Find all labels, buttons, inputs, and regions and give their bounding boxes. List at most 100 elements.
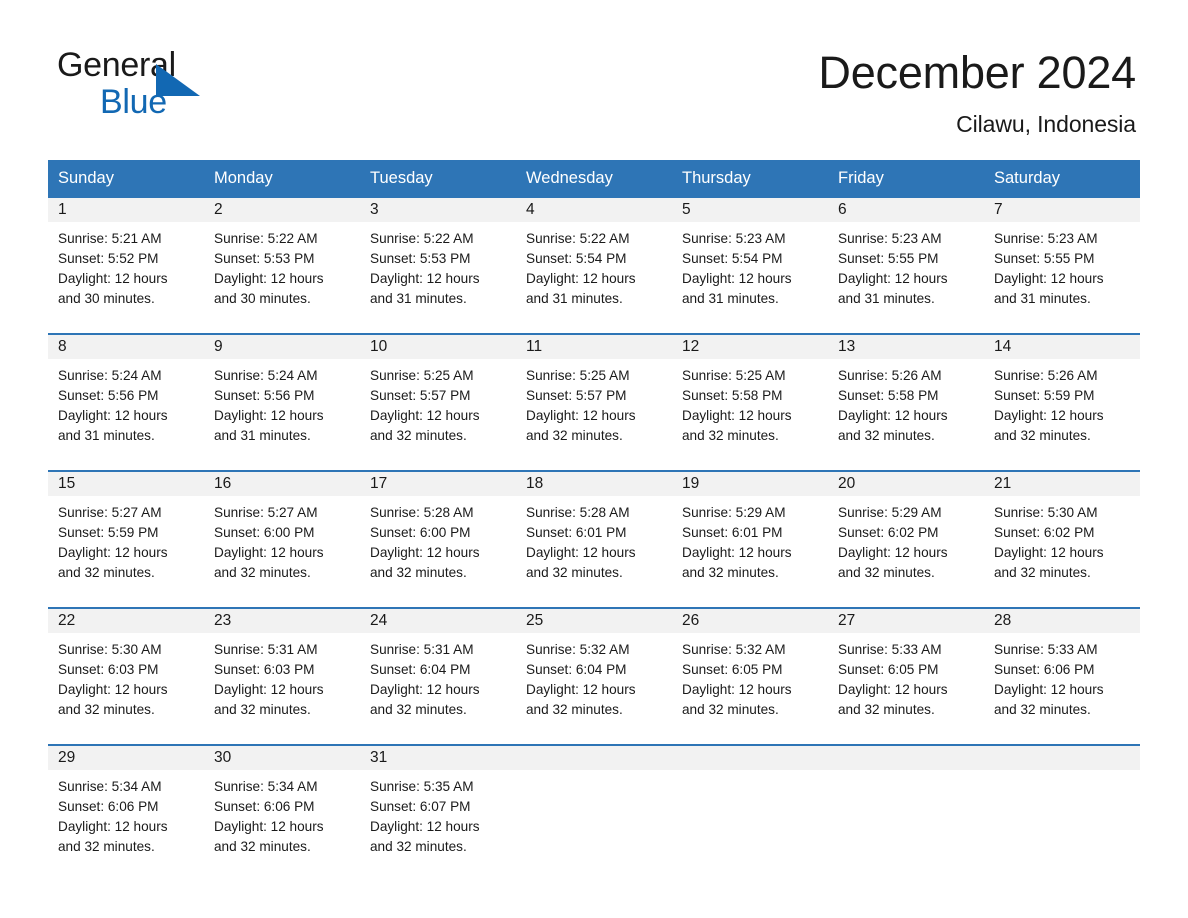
- day-sun-info: Sunrise: 5:31 AM Sunset: 6:04 PM Daylight:…: [360, 633, 516, 720]
- calendar-week-row: 15 Sunrise: 5:27 AM Sunset: 5:59 PM Dayligh…: [48, 469, 1140, 607]
- day-cell[interactable]: 16 Sunrise: 5:27 AM Sunset: 6:00 PM Dayligh…: [204, 471, 360, 607]
- day-cell[interactable]: 24 Sunrise: 5:31 AM Sunset: 6:04 PM Dayligh…: [360, 608, 516, 744]
- day-cell[interactable]: 7 Sunrise: 5:23 AM Sunset: 5:55 PM Daylight…: [984, 197, 1140, 333]
- daylight-duration-line2: and 32 minutes.: [58, 838, 155, 854]
- sunset-time: Sunset: 5:53 PM: [214, 250, 315, 266]
- day-number: 16: [214, 474, 232, 492]
- day-number: 3: [370, 200, 379, 218]
- sunrise-time: Sunrise: 5:28 AM: [526, 504, 630, 520]
- day-cell[interactable]: 2 Sunrise: 5:22 AM Sunset: 5:53 PM Daylight…: [204, 197, 360, 333]
- day-number-band: 9: [204, 334, 360, 359]
- day-cell[interactable]: 1 Sunrise: 5:21 AM Sunset: 5:52 PM Daylight…: [48, 197, 204, 333]
- day-cell[interactable]: 31 Sunrise: 5:35 AM Sunset: 6:07 PM Dayligh…: [360, 745, 516, 866]
- day-cell[interactable]: 9 Sunrise: 5:24 AM Sunset: 5:56 PM Daylight…: [204, 334, 360, 470]
- day-cell[interactable]: 20 Sunrise: 5:29 AM Sunset: 6:02 PM Dayligh…: [828, 471, 984, 607]
- day-cell[interactable]: 5 Sunrise: 5:23 AM Sunset: 5:54 PM Daylight…: [672, 197, 828, 333]
- day-sun-info: Sunrise: 5:30 AM Sunset: 6:02 PM Daylight:…: [984, 496, 1140, 583]
- day-sun-info: Sunrise: 5:25 AM Sunset: 5:57 PM Daylight:…: [360, 359, 516, 446]
- day-sun-info: Sunrise: 5:33 AM Sunset: 6:06 PM Daylight:…: [984, 633, 1140, 720]
- day-cell[interactable]: 19 Sunrise: 5:29 AM Sunset: 6:01 PM Dayligh…: [672, 471, 828, 607]
- day-sun-info: Sunrise: 5:28 AM Sunset: 6:01 PM Daylight:…: [516, 496, 672, 583]
- day-number-band: 17: [360, 471, 516, 496]
- day-cell[interactable]: 12 Sunrise: 5:25 AM Sunset: 5:58 PM Dayligh…: [672, 334, 828, 470]
- day-sun-info: Sunrise: 5:23 AM Sunset: 5:55 PM Daylight:…: [828, 222, 984, 309]
- weekday-header-monday: Monday: [214, 168, 273, 187]
- day-cell[interactable]: 11 Sunrise: 5:25 AM Sunset: 5:57 PM Dayligh…: [516, 334, 672, 470]
- day-cell[interactable]: 25 Sunrise: 5:32 AM Sunset: 6:04 PM Dayligh…: [516, 608, 672, 744]
- day-cell[interactable]: 21 Sunrise: 5:30 AM Sunset: 6:02 PM Dayligh…: [984, 471, 1140, 607]
- day-number-band: 27: [828, 608, 984, 633]
- daylight-duration-line1: Daylight: 12 hours: [58, 407, 168, 423]
- daylight-duration-line2: and 32 minutes.: [994, 427, 1091, 443]
- day-cell[interactable]: 3 Sunrise: 5:22 AM Sunset: 5:53 PM Daylight…: [360, 197, 516, 333]
- day-cell-empty: [828, 745, 984, 866]
- day-number: 6: [838, 200, 847, 218]
- sunrise-time: Sunrise: 5:30 AM: [994, 504, 1098, 520]
- daylight-duration-line1: Daylight: 12 hours: [838, 681, 948, 697]
- sunrise-time: Sunrise: 5:26 AM: [838, 367, 942, 383]
- day-number: 26: [682, 611, 700, 629]
- day-number: 5: [682, 200, 691, 218]
- day-cell[interactable]: 17 Sunrise: 5:28 AM Sunset: 6:00 PM Dayligh…: [360, 471, 516, 607]
- sunset-time: Sunset: 5:56 PM: [214, 387, 315, 403]
- daylight-duration-line1: Daylight: 12 hours: [58, 818, 168, 834]
- day-sun-info: Sunrise: 5:27 AM Sunset: 6:00 PM Daylight:…: [204, 496, 360, 583]
- day-number-band: [828, 745, 984, 770]
- day-number-band: 19: [672, 471, 828, 496]
- day-cell[interactable]: 14 Sunrise: 5:26 AM Sunset: 5:59 PM Dayligh…: [984, 334, 1140, 470]
- daylight-duration-line2: and 32 minutes.: [994, 701, 1091, 717]
- day-cell[interactable]: 28 Sunrise: 5:33 AM Sunset: 6:06 PM Dayligh…: [984, 608, 1140, 744]
- sunset-time: Sunset: 5:58 PM: [838, 387, 939, 403]
- day-cell[interactable]: 23 Sunrise: 5:31 AM Sunset: 6:03 PM Dayligh…: [204, 608, 360, 744]
- day-number-band: [984, 745, 1140, 770]
- sunset-time: Sunset: 6:03 PM: [58, 661, 159, 677]
- sunrise-time: Sunrise: 5:34 AM: [214, 778, 318, 794]
- sunset-time: Sunset: 5:59 PM: [58, 524, 159, 540]
- sunrise-time: Sunrise: 5:33 AM: [838, 641, 942, 657]
- day-cell[interactable]: 13 Sunrise: 5:26 AM Sunset: 5:58 PM Dayligh…: [828, 334, 984, 470]
- day-cell[interactable]: 18 Sunrise: 5:28 AM Sunset: 6:01 PM Dayligh…: [516, 471, 672, 607]
- day-number-band: 6: [828, 197, 984, 222]
- sunrise-time: Sunrise: 5:35 AM: [370, 778, 474, 794]
- daylight-duration-line2: and 32 minutes.: [838, 701, 935, 717]
- day-cell[interactable]: 4 Sunrise: 5:22 AM Sunset: 5:54 PM Daylight…: [516, 197, 672, 333]
- day-cell[interactable]: 6 Sunrise: 5:23 AM Sunset: 5:55 PM Daylight…: [828, 197, 984, 333]
- daylight-duration-line1: Daylight: 12 hours: [370, 681, 480, 697]
- sunrise-time: Sunrise: 5:27 AM: [214, 504, 318, 520]
- sunrise-time: Sunrise: 5:29 AM: [682, 504, 786, 520]
- sunset-time: Sunset: 6:05 PM: [682, 661, 783, 677]
- day-cell[interactable]: 15 Sunrise: 5:27 AM Sunset: 5:59 PM Dayligh…: [48, 471, 204, 607]
- daylight-duration-line1: Daylight: 12 hours: [370, 818, 480, 834]
- sunrise-time: Sunrise: 5:34 AM: [58, 778, 162, 794]
- sunrise-time: Sunrise: 5:27 AM: [58, 504, 162, 520]
- daylight-duration-line2: and 32 minutes.: [526, 701, 623, 717]
- sunrise-time: Sunrise: 5:22 AM: [370, 230, 474, 246]
- daylight-duration-line1: Daylight: 12 hours: [214, 544, 324, 560]
- day-number-band: 30: [204, 745, 360, 770]
- day-number-band: 10: [360, 334, 516, 359]
- daylight-duration-line1: Daylight: 12 hours: [838, 544, 948, 560]
- sunrise-time: Sunrise: 5:25 AM: [526, 367, 630, 383]
- daylight-duration-line2: and 32 minutes.: [682, 564, 779, 580]
- daylight-duration-line2: and 32 minutes.: [214, 564, 311, 580]
- day-cell[interactable]: 8 Sunrise: 5:24 AM Sunset: 5:56 PM Daylight…: [48, 334, 204, 470]
- day-cell[interactable]: 22 Sunrise: 5:30 AM Sunset: 6:03 PM Dayligh…: [48, 608, 204, 744]
- day-number: 31: [370, 748, 388, 766]
- day-number: 1: [58, 200, 67, 218]
- day-sun-info: Sunrise: 5:32 AM Sunset: 6:05 PM Daylight:…: [672, 633, 828, 720]
- weekday-header-thursday: Thursday: [682, 168, 751, 187]
- daylight-duration-line2: and 30 minutes.: [214, 290, 311, 306]
- sunset-time: Sunset: 6:06 PM: [214, 798, 315, 814]
- day-sun-info: Sunrise: 5:29 AM Sunset: 6:01 PM Daylight:…: [672, 496, 828, 583]
- day-cell[interactable]: 26 Sunrise: 5:32 AM Sunset: 6:05 PM Dayligh…: [672, 608, 828, 744]
- calendar-week-row: 1 Sunrise: 5:21 AM Sunset: 5:52 PM Daylight…: [48, 197, 1140, 333]
- day-cell[interactable]: 29 Sunrise: 5:34 AM Sunset: 6:06 PM Dayligh…: [48, 745, 204, 866]
- day-cell[interactable]: 30 Sunrise: 5:34 AM Sunset: 6:06 PM Dayligh…: [204, 745, 360, 866]
- daylight-duration-line2: and 32 minutes.: [838, 427, 935, 443]
- sunset-time: Sunset: 5:59 PM: [994, 387, 1095, 403]
- day-sun-info: Sunrise: 5:21 AM Sunset: 5:52 PM Daylight:…: [48, 222, 204, 309]
- day-sun-info: Sunrise: 5:23 AM Sunset: 5:55 PM Daylight:…: [984, 222, 1140, 309]
- calendar-week-row: 29 Sunrise: 5:34 AM Sunset: 6:06 PM Dayligh…: [48, 743, 1140, 866]
- day-cell[interactable]: 10 Sunrise: 5:25 AM Sunset: 5:57 PM Dayligh…: [360, 334, 516, 470]
- day-cell[interactable]: 27 Sunrise: 5:33 AM Sunset: 6:05 PM Dayligh…: [828, 608, 984, 744]
